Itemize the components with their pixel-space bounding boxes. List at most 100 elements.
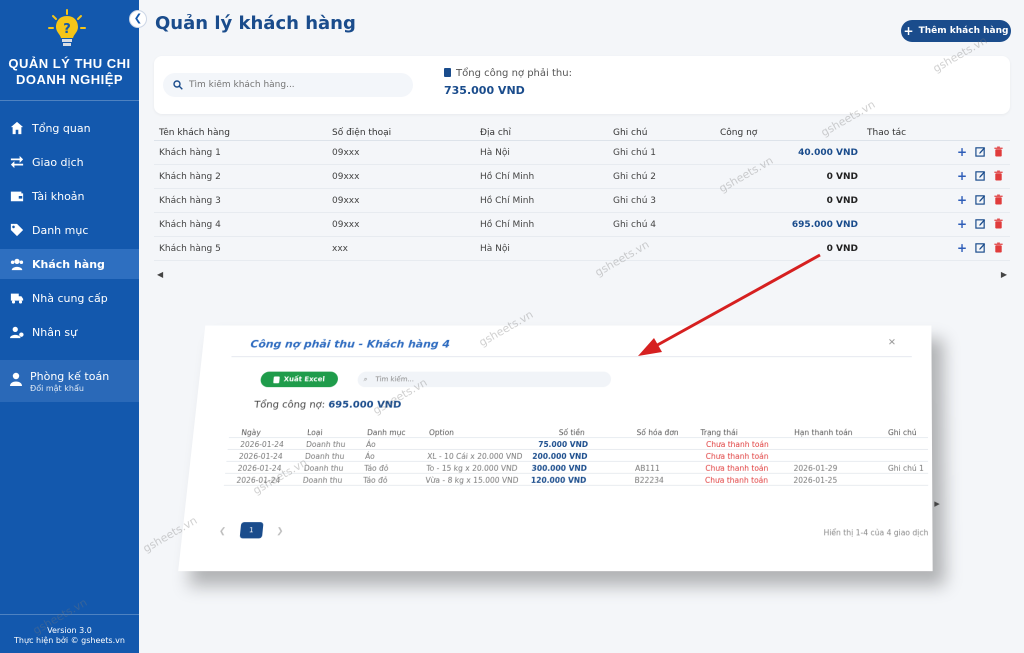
total-label: Tổng công nợ: xyxy=(253,399,326,411)
search-input[interactable] xyxy=(189,80,409,90)
transaction-row: 2026-01-24 Doanh thu Áo XL - 10 Cái x 20.00… xyxy=(226,449,929,462)
tx-type: Doanh thu xyxy=(305,440,346,449)
tx-invoice: AB111 xyxy=(634,463,660,473)
col-date: Ngày xyxy=(240,428,262,438)
export-label: Xuất Excel xyxy=(283,375,326,384)
search-box[interactable] xyxy=(163,73,413,97)
user-panel[interactable]: Phòng kế toán Đổi mật khẩu xyxy=(0,360,139,402)
sidebar-item-customers[interactable]: Khách hàng xyxy=(0,249,139,279)
credit-text: Thực hiện bởi © gsheets.vn xyxy=(14,636,125,645)
add-transaction-icon[interactable]: + xyxy=(956,194,968,206)
customer-phone: 09xxx xyxy=(332,195,360,206)
pagination: ❮ 1 ❯ xyxy=(218,522,284,539)
version-text: Version 3.0 xyxy=(47,626,92,635)
tx-category: Áo xyxy=(364,451,376,461)
tx-date: 2026-01-24 xyxy=(238,451,284,461)
add-transaction-icon[interactable]: + xyxy=(956,218,968,230)
divider xyxy=(231,356,912,358)
col-invoice: Số hóa đơn xyxy=(636,428,679,438)
edit-icon[interactable] xyxy=(974,218,986,230)
excel-icon xyxy=(273,375,281,383)
col-amount: Số tiền xyxy=(558,428,586,438)
brand-line-2: DOANH NGHIỆP xyxy=(15,72,124,87)
customer-note: Ghi chú 3 xyxy=(613,195,656,206)
search-placeholder: Tìm kiếm... xyxy=(375,375,415,384)
sidebar-item-transactions[interactable]: Giao dịch xyxy=(0,147,139,177)
row-actions: + xyxy=(956,170,1004,182)
delete-icon[interactable] xyxy=(992,146,1004,158)
receivable-dialog: Công nợ phải thu - Khách hàng 4 × Xuất E… xyxy=(178,325,940,572)
table-row: Khách hàng 4 09xxx Hồ Chí Minh Ghi chú 4 695… xyxy=(154,213,1010,237)
row-actions: + xyxy=(956,218,1004,230)
tx-date: 2026-01-24 xyxy=(239,440,285,449)
tx-amount: 75.000 VND xyxy=(537,440,589,449)
transaction-row: 2026-01-24 Doanh thu Áo 75.000 VND Chưa than… xyxy=(227,438,929,450)
scroll-left-icon[interactable]: ◀ xyxy=(157,270,163,279)
customer-address: Hồ Chí Minh xyxy=(480,219,535,230)
table-header: Tên khách hàng Số điện thoại Địa chỉ Ghi… xyxy=(154,125,1010,141)
lightbulb-logo-icon: ? xyxy=(48,9,86,46)
tx-type: Doanh thu xyxy=(303,463,344,473)
divider xyxy=(0,100,139,101)
add-transaction-icon[interactable]: + xyxy=(956,170,968,182)
sidebar-item-overview[interactable]: Tổng quan xyxy=(0,113,139,143)
edit-icon[interactable] xyxy=(974,146,986,158)
export-excel-button[interactable]: Xuất Excel xyxy=(259,371,339,388)
horizontal-scrollbar[interactable]: ◀ ▶ xyxy=(154,261,1010,287)
customer-name: Khách hàng 4 xyxy=(159,219,221,230)
sidebar-item-suppliers[interactable]: Nhà cung cấp xyxy=(0,283,139,313)
tx-option: Vừa - 8 kg x 15.000 VND xyxy=(425,475,519,485)
sidebar-item-staff[interactable]: Nhân sự xyxy=(0,317,139,347)
sidebar-item-label: Giao dịch xyxy=(32,155,84,169)
table-row: Khách hàng 3 09xxx Hồ Chí Minh Ghi chú 3 0 V… xyxy=(154,189,1010,213)
scroll-right-icon[interactable]: ▶ xyxy=(1001,270,1007,279)
next-page-icon[interactable]: ❯ xyxy=(276,526,284,535)
edit-icon[interactable] xyxy=(974,170,986,182)
customer-address: Hà Nội xyxy=(480,147,510,158)
transactions-header: Ngày Loại Danh mục Option Số tiền Số hóa… xyxy=(228,426,928,439)
tx-due: 2026-01-25 xyxy=(793,475,838,485)
tx-status: Chưa thanh toán xyxy=(705,451,769,461)
delete-icon[interactable] xyxy=(992,194,1004,206)
home-icon xyxy=(10,121,24,135)
col-address: Địa chỉ xyxy=(480,128,512,138)
col-due-date: Hạn thanh toán xyxy=(794,428,853,438)
add-transaction-icon[interactable]: + xyxy=(956,242,968,254)
customer-phone: xxx xyxy=(332,243,348,254)
page-button[interactable]: 1 xyxy=(239,522,264,539)
customer-phone: 09xxx xyxy=(332,147,360,158)
search-icon: ⌕ xyxy=(363,375,368,383)
delete-icon[interactable] xyxy=(992,242,1004,254)
edit-icon[interactable] xyxy=(974,242,986,254)
table-row: Khách hàng 5 xxx Hà Nội 0 VND + xyxy=(154,237,1010,261)
col-category: Danh mục xyxy=(366,428,406,438)
sidebar-item-categories[interactable]: Danh mục xyxy=(0,215,139,245)
sidebar-item-label: Nhà cung cấp xyxy=(32,291,108,305)
users-icon xyxy=(10,258,24,271)
plus-icon: + xyxy=(903,24,914,38)
tx-status: Chưa thanh toán xyxy=(704,475,769,485)
sidebar-item-label: Tài khoản xyxy=(32,189,85,203)
add-customer-button[interactable]: + Thêm khách hàng xyxy=(901,20,1011,42)
customer-address: Hồ Chí Minh xyxy=(480,195,535,206)
customer-debt: 0 VND xyxy=(826,195,858,206)
dialog-search-input[interactable]: ⌕ Tìm kiếm... xyxy=(357,371,612,388)
filter-card: Tổng công nợ phải thu: 735.000 VND xyxy=(154,56,1010,114)
search-icon xyxy=(173,80,183,90)
scroll-right-icon[interactable]: ▶ xyxy=(934,500,939,508)
page-title: Quản lý khách hàng xyxy=(155,13,356,34)
collapse-sidebar-button[interactable]: ❮ xyxy=(129,10,147,28)
edit-icon[interactable] xyxy=(974,194,986,206)
delete-icon[interactable] xyxy=(992,170,1004,182)
add-transaction-icon[interactable]: + xyxy=(956,146,968,158)
close-icon[interactable]: × xyxy=(888,337,896,348)
tx-category: Áo xyxy=(365,440,377,449)
sidebar-item-accounts[interactable]: Tài khoản xyxy=(0,181,139,211)
change-password-link[interactable]: Đổi mật khẩu xyxy=(30,384,84,393)
transaction-row: 2026-01-24 Doanh thu Táo đỏ Vừa - 8 kg x 15… xyxy=(223,473,929,486)
table-row: Khách hàng 1 09xxx Hà Nội Ghi chú 1 40.000 V… xyxy=(154,141,1010,165)
customers-table: Tên khách hàng Số điện thoại Địa chỉ Ghi… xyxy=(154,125,1010,287)
delete-icon[interactable] xyxy=(992,218,1004,230)
sidebar-item-label: Danh mục xyxy=(32,223,89,237)
prev-page-icon[interactable]: ❮ xyxy=(219,526,227,535)
